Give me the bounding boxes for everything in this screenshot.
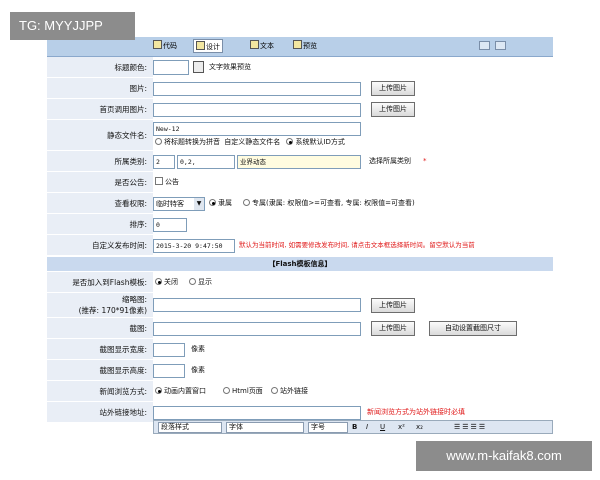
cut-height-input[interactable] xyxy=(153,364,185,378)
row-browse-mode: 新闻浏览方式: 动画内置窗口 Html页面 站外链接 xyxy=(47,381,553,402)
option-custom-filename[interactable]: 自定义静态文件名 xyxy=(224,138,280,146)
radio-flash-off[interactable] xyxy=(155,278,162,285)
row-image: 图片: 上传图片 xyxy=(47,78,553,99)
label-cut-height: 截图显示高度: xyxy=(99,366,147,375)
font-select[interactable]: 字体 xyxy=(226,422,304,433)
watermark-top: TG: MYYJJPP xyxy=(10,12,135,40)
align-buttons-icon[interactable]: ☰☰☰☰ xyxy=(454,421,487,433)
label-cut-width: 截图显示宽度: xyxy=(99,345,147,354)
text-effect-preview: 文字效果预览 xyxy=(209,63,251,71)
subscript-button[interactable]: x₂ xyxy=(416,421,423,433)
radio-subordinate[interactable] xyxy=(209,199,216,206)
editor-tab-bar: 代码 设计 文本 预览 xyxy=(47,37,553,57)
category-path-input[interactable]: 0,2, xyxy=(177,155,235,169)
row-publish-time: 自定义发布时间: 2015-3-20 9:47:50 默认为当前时间, 如需要修… xyxy=(47,235,553,256)
italic-button[interactable]: I xyxy=(366,421,368,433)
cut-width-unit: 像素 xyxy=(191,345,205,353)
external-link-input[interactable] xyxy=(153,406,361,420)
label-sort: 排序: xyxy=(129,220,147,229)
label-cut-image: 截图: xyxy=(129,324,147,333)
paragraph-style-select[interactable]: 段落样式 xyxy=(158,422,222,433)
row-sort: 排序: 0 xyxy=(47,214,553,235)
required-mark: * xyxy=(423,157,427,165)
news-edit-form-screen: 代码 设计 文本 预览 标题颜色: 文字效果预览 图片: 上传图片 首页调用图片… xyxy=(47,37,553,440)
row-title-color: 标题颜色: 文字效果预览 xyxy=(47,57,553,78)
label-flash-join: 是否加入到Flash模板: xyxy=(72,278,147,287)
publish-time-hint: 默认为当前时间, 如需要修改发布时间, 请点击文本框选择新时间。留空默认为当前 xyxy=(239,241,475,249)
font-size-select[interactable]: 字号 xyxy=(308,422,348,433)
label-static-filename: 静态文件名: xyxy=(106,131,147,140)
rich-text-toolbar: 段落样式 字体 字号 B I U x² x₂ ☰☰☰☰ xyxy=(153,420,553,434)
radio-external-link[interactable] xyxy=(271,387,278,394)
label-home-image: 首页调用图片: xyxy=(99,105,147,114)
watermark-bottom: www.m-kaifak8.com xyxy=(416,441,592,471)
label-announcement: 是否公告: xyxy=(114,178,147,187)
thumbnail-size-hint: (推荐: 170*91像素) xyxy=(78,306,147,315)
code-icon xyxy=(153,40,162,49)
cut-height-unit: 像素 xyxy=(191,366,205,374)
label-external-link: 站外链接地址: xyxy=(99,408,147,417)
expand-icon[interactable] xyxy=(479,41,490,50)
announcement-option-label: 公告 xyxy=(165,178,179,186)
permission-select[interactable]: 临时特客 ▼ xyxy=(153,197,205,211)
category-name-input[interactable]: 业界动态 xyxy=(237,155,361,169)
flash-template-section-header: 【Flash模板信息】 xyxy=(47,257,553,271)
static-filename-options: 将标题转换为拼音 自定义静态文件名 系统默认ID方式 xyxy=(155,134,345,150)
upload-cut-image-button[interactable]: 上传图片 xyxy=(371,321,415,336)
tab-text[interactable]: 文本 xyxy=(250,39,274,53)
underline-button[interactable]: U xyxy=(380,421,385,433)
row-cut-height: 截图显示高度: 像素 xyxy=(47,360,553,381)
radio-pinyin[interactable] xyxy=(155,138,162,145)
text-icon xyxy=(250,40,259,49)
cut-width-input[interactable] xyxy=(153,343,185,357)
row-flash-join: 是否加入到Flash模板: 关闭 显示 xyxy=(47,272,553,293)
category-id-input[interactable]: 2 xyxy=(153,155,175,169)
label-category: 所属类别: xyxy=(114,157,147,166)
upload-image-button[interactable]: 上传图片 xyxy=(371,81,415,96)
upload-thumbnail-button[interactable]: 上传图片 xyxy=(371,298,415,313)
preview-icon xyxy=(293,40,302,49)
title-color-input[interactable] xyxy=(153,60,189,75)
label-browse-mode: 新闻浏览方式: xyxy=(99,387,147,396)
select-category-link[interactable]: 选择所属类别 xyxy=(369,151,411,172)
tab-design[interactable]: 设计 xyxy=(193,39,223,53)
cut-image-input[interactable] xyxy=(153,322,361,336)
image-input[interactable] xyxy=(153,82,361,96)
bold-button[interactable]: B xyxy=(352,421,357,433)
row-static-filename: 静态文件名: New-12 将标题转换为拼音 自定义静态文件名 系统默认ID方式 xyxy=(47,120,553,151)
radio-system-id[interactable] xyxy=(286,138,294,145)
row-home-image: 首页调用图片: 上传图片 xyxy=(47,99,553,120)
design-icon xyxy=(196,41,205,50)
announcement-checkbox[interactable] xyxy=(155,177,163,185)
radio-html-page[interactable] xyxy=(223,387,230,394)
color-picker-icon[interactable] xyxy=(193,61,204,73)
label-publish-time: 自定义发布时间: xyxy=(91,241,147,250)
superscript-button[interactable]: x² xyxy=(398,421,405,433)
auto-size-button[interactable]: 自动设置截图尺寸 xyxy=(429,321,517,336)
shrink-icon[interactable] xyxy=(495,41,506,50)
label-permission: 查看权限: xyxy=(114,199,147,208)
tab-code[interactable]: 代码 xyxy=(153,39,177,53)
row-announcement: 是否公告: 公告 xyxy=(47,172,553,193)
row-cut-image: 截图: 上传图片 自动设置截图尺寸 xyxy=(47,318,553,339)
label-thumbnail: 缩略图: (推荐: 170*91像素) xyxy=(78,295,147,315)
home-image-input[interactable] xyxy=(153,103,361,117)
radio-exclusive[interactable] xyxy=(243,199,250,206)
chevron-down-icon: ▼ xyxy=(194,198,204,210)
row-permission: 查看权限: 临时特客 ▼ 隶属 专属(隶属: 权限值>=可查看, 专属: 权限值=… xyxy=(47,193,553,214)
row-category: 所属类别: 2 0,2, 业界动态 选择所属类别 * xyxy=(47,151,553,172)
row-thumbnail: 缩略图: (推荐: 170*91像素) 上传图片 xyxy=(47,293,553,318)
tab-preview[interactable]: 预览 xyxy=(293,39,317,53)
label-title-color: 标题颜色: xyxy=(114,63,147,72)
thumbnail-input[interactable] xyxy=(153,298,361,312)
label-image: 图片: xyxy=(129,84,147,93)
radio-builtin-window[interactable] xyxy=(155,387,162,394)
upload-home-image-button[interactable]: 上传图片 xyxy=(371,102,415,117)
row-cut-width: 截图显示宽度: 像素 xyxy=(47,339,553,360)
radio-flash-on[interactable] xyxy=(189,278,196,285)
publish-time-input[interactable]: 2015-3-20 9:47:50 xyxy=(153,239,235,253)
sort-input[interactable]: 0 xyxy=(153,218,187,232)
